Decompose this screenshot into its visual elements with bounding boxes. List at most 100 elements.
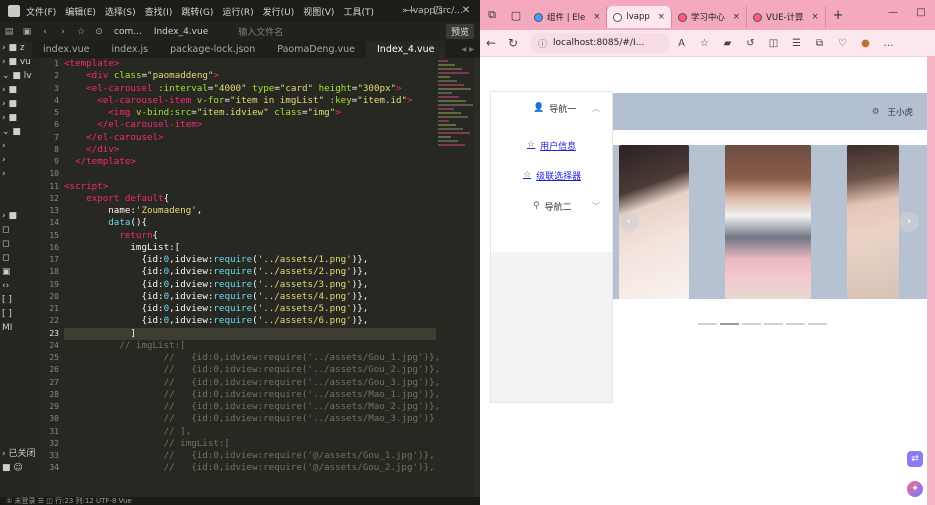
tab-close-icon[interactable]: × [812,12,819,22]
menu-item-user-info[interactable]: ☆ 用户信息 [491,130,612,160]
code-line[interactable]: </el-carousel> [64,132,436,144]
explorer-row[interactable] [0,405,40,419]
explorer-row[interactable]: [ ] [0,293,40,307]
save-icon[interactable]: ▣ [18,27,36,37]
code-line[interactable]: // {id:0,idview:require('../assets/Gou_2… [64,364,441,376]
submenu-nav2[interactable]: ⚲ 导航二 ﹀ [491,190,612,222]
explorer-row[interactable]: ◻ [0,223,40,237]
minimize-icon[interactable]: — [396,0,424,22]
browser-tab[interactable]: 组件 | Ele × [528,6,608,28]
explorer-row[interactable]: › [0,153,40,167]
code-line[interactable]: {id:0,idview:require('../assets/6.png')}… [64,315,436,327]
code-line[interactable]: // {id:0,idview:require('../assets/Gou_1… [64,352,441,364]
tab-paomadeng-vue[interactable]: PaomaDeng.vue [266,41,366,58]
explorer-row[interactable] [0,419,40,433]
code-line[interactable]: // ], [64,426,436,438]
explorer-row[interactable]: ⌄ ■ [0,125,40,139]
explorer-row[interactable]: › [0,167,40,181]
explorer-row[interactable] [0,349,40,363]
code-line[interactable]: data(){ [64,217,436,229]
code-line[interactable]: {id:0,idview:require('../assets/5.png')}… [64,303,436,315]
menu-select[interactable]: 选择(S) [105,5,136,18]
maximize-icon[interactable]: □ [424,0,452,22]
performance-icon[interactable]: ♡ [831,38,854,49]
code-line[interactable]: </el-carousel-item> [64,119,436,131]
explorer-row[interactable] [0,195,40,209]
workspaces-icon[interactable]: ⧉ [480,8,504,22]
more-options-icon[interactable]: … [877,38,900,49]
carousel-slide-active[interactable] [691,145,847,299]
code-line[interactable]: </div> [64,144,436,156]
back-arrow-icon[interactable]: ← [480,36,502,50]
explorer-row[interactable]: ◻ [0,251,40,265]
explorer-row[interactable]: [ ] [0,307,40,321]
explorer-row[interactable]: MI [0,321,40,335]
menu-file[interactable]: 文件(F) [26,5,56,18]
breadcrumb-file[interactable]: Index_4.vue [154,27,208,37]
new-file-icon[interactable]: ▤ [0,27,18,37]
explorer-row[interactable] [0,181,40,195]
browser-minimize-icon[interactable]: — [879,0,907,26]
tab-overflow-icon[interactable]: ◂ ▸ [455,41,480,58]
extension-icon[interactable]: ▰ [716,38,739,49]
code-line[interactable]: name:'Zoumadeng', [64,205,436,217]
new-tab-button[interactable]: + [826,8,851,23]
tab-index-vue[interactable]: index.vue [32,41,101,58]
assistant-float-icon[interactable]: ✦ [907,481,923,497]
menu-tools[interactable]: 工具(T) [343,5,374,18]
code-line[interactable]: <div class="paomaddeng"> [64,70,436,82]
explorer-row[interactable] [0,433,40,447]
browser-tab[interactable]: VUE-计算 × [747,6,826,28]
carousel-indicator[interactable] [808,323,827,325]
code-line[interactable]: // {id:0,idview:require('../assets/Mao_3… [64,413,436,425]
explorer-row[interactable]: › ■ [0,83,40,97]
carousel-indicator[interactable] [720,323,739,325]
favorite-icon[interactable]: ☆ [693,38,716,49]
code-line[interactable]: export default{ [64,193,436,205]
refresh-icon[interactable]: ↻ [502,36,524,50]
gear-icon[interactable]: ⚙ [872,107,880,117]
menu-item-cascader[interactable]: ☆ 级联选择器 [491,160,612,190]
explorer-row[interactable]: › [0,139,40,153]
code-line[interactable]: {id:0,idview:require('../assets/2.png')}… [64,266,436,278]
explorer-row[interactable] [0,377,40,391]
code-line[interactable]: <el-carousel-item v-for="item in imgList… [64,95,436,107]
explorer-row[interactable] [0,363,40,377]
code-line[interactable] [64,168,436,180]
carousel-indicator[interactable] [764,323,783,325]
browser-tab[interactable]: lvapp × [607,6,672,28]
code-line[interactable]: // {id:0,idview:require('@/assets/Gou_1.… [64,450,436,462]
menu-publish[interactable]: 发行(U) [263,5,295,18]
code-line[interactable]: {id:0,idview:require('../assets/3.png')}… [64,279,436,291]
browser-icon[interactable]: ⊙ [90,27,108,37]
code-line[interactable]: // {id:0,idview:require('../assets/Mao_1… [64,389,441,401]
carousel-next-arrow[interactable]: › [899,212,919,232]
site-info-icon[interactable]: ⓘ [538,37,547,50]
code-line[interactable]: {id:0,idview:require('../assets/1.png')}… [64,254,436,266]
explorer-row[interactable] [0,335,40,349]
carousel-indicator[interactable] [698,323,717,325]
explorer-row[interactable]: › ■ [0,97,40,111]
explorer-row[interactable]: ‹› [0,279,40,293]
tab-close-icon[interactable]: × [593,12,600,22]
code-line[interactable]: // imgList:[ [64,340,436,352]
carousel-indicator[interactable] [742,323,761,325]
browser-tab[interactable]: 学习中心 × [672,6,748,28]
explorer-row[interactable] [0,391,40,405]
browser-maximize-icon[interactable]: □ [907,0,935,26]
code-line[interactable]: imgList:[ [64,242,436,254]
tab-package-lock[interactable]: package-lock.json [159,41,266,58]
star-icon[interactable]: ☆ [72,27,90,37]
breadcrumb-folder[interactable]: com... [114,27,142,37]
refresh-page-icon[interactable]: ↺ [739,38,762,49]
explorer-row[interactable]: › ■ [0,209,40,223]
tab-close-icon[interactable]: × [733,12,740,22]
tab-close-icon[interactable]: × [658,12,665,22]
url-input[interactable]: ⓘ localhost:8085/#/I... [530,33,670,53]
code-line[interactable]: // imgList:[ [64,438,436,450]
split-screen-icon[interactable]: ◫ [762,38,785,49]
menu-edit[interactable]: 编辑(E) [65,5,96,18]
collections-icon[interactable]: ⧉ [808,38,831,49]
translate-float-icon[interactable]: ⇄ [907,451,923,467]
code-line[interactable]: return{ [64,230,436,242]
